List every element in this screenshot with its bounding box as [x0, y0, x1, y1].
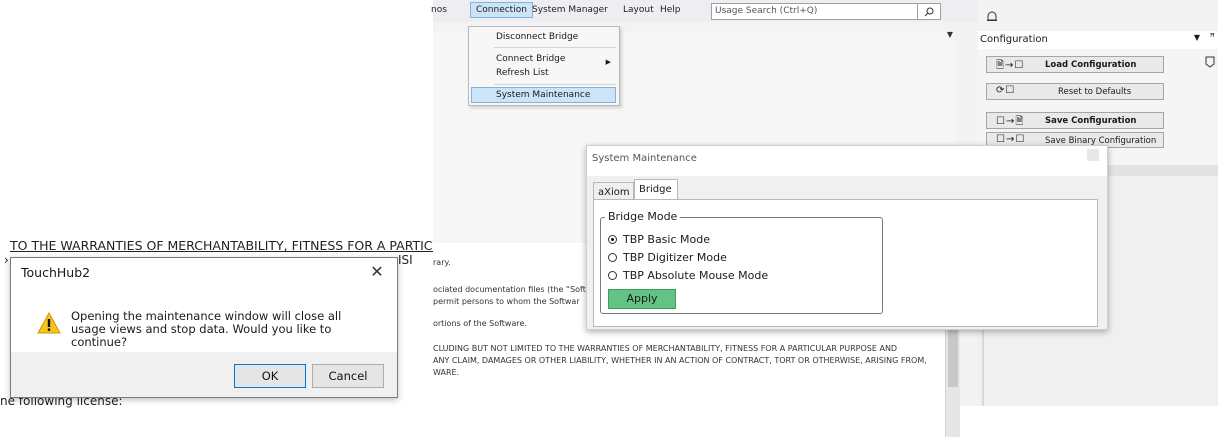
system-maintenance-title: System Maintenance [592, 153, 697, 164]
menu-item-connection[interactable]: Connection [470, 2, 533, 18]
usage-search-input[interactable]: Usage Search (Ctrl+Q) [711, 3, 941, 20]
search-placeholder: Usage Search (Ctrl+Q) [715, 6, 818, 16]
menu-item-system-maintenance[interactable]: System Maintenance [496, 90, 590, 100]
menu-item-system-manager[interactable]: System Manager [532, 5, 608, 15]
pin-icon[interactable]: ꟸ [1210, 33, 1215, 43]
cancel-button[interactable]: Cancel [312, 364, 384, 388]
radio-tbp-digitizer-mode[interactable]: TBP Digitizer Mode [608, 251, 727, 264]
note-icon[interactable] [1205, 56, 1215, 68]
radio-tbp-basic-mode[interactable]: TBP Basic Mode [608, 233, 710, 246]
save-binary-icon: ☐→☐ [996, 134, 1026, 145]
bell-icon[interactable] [986, 10, 998, 24]
apply-button[interactable]: Apply [608, 289, 676, 309]
dialog-title: TouchHub2 [21, 265, 91, 280]
tab-bridge[interactable]: Bridge [634, 179, 678, 200]
save-config-icon: ☐→🗎 [996, 116, 1025, 127]
radio-unselected-icon [608, 253, 617, 262]
configuration-title: Configuration [980, 34, 1048, 45]
warning-icon [37, 312, 61, 334]
dialog-footer: OK Cancel [11, 352, 397, 397]
close-icon[interactable]: ✕ [367, 262, 387, 281]
dialog-titlebar: TouchHub2 ✕ [11, 258, 397, 290]
radio-selected-icon [608, 235, 617, 244]
ok-button[interactable]: OK [234, 364, 306, 388]
radio-label: TBP Absolute Mouse Mode [623, 269, 769, 282]
load-config-icon: 🗎→☐ [996, 60, 1025, 71]
button-label: Reset to Defaults [1058, 87, 1132, 97]
menu-item-help[interactable]: Help [660, 5, 681, 15]
license-line: ociated documentation files (the “Soft [433, 285, 586, 294]
dialog-body: Opening the maintenance window will clos… [11, 290, 397, 352]
menu-item-disconnect-bridge[interactable]: Disconnect Bridge [496, 32, 578, 42]
dialog-message: Opening the maintenance window will clos… [71, 309, 342, 349]
panel-toolbar [978, 8, 1218, 30]
radio-unselected-icon [608, 271, 617, 280]
system-maintenance-content: aXiom Bridge Bridge Mode TBP Basic Mode … [587, 176, 1107, 329]
menu-item-refresh-list[interactable]: Refresh List [496, 68, 549, 78]
panel-dropdown-icon[interactable]: ▼ [1194, 33, 1200, 42]
touchhub-app: nos Connection System Manager Layout Hel… [431, 0, 1218, 437]
configuration-header: Configuration ▼ ꟸ [978, 31, 1218, 50]
reset-icon: ⟳☐ [996, 85, 1016, 96]
menu-item-layout[interactable]: Layout [623, 5, 654, 15]
menu-separator [494, 47, 616, 48]
close-button[interactable] [1087, 149, 1099, 161]
search-icon[interactable] [917, 3, 940, 20]
load-configuration-button[interactable]: 🗎→☐ Load Configuration [986, 56, 1164, 73]
license-line: ortions of the Software. [433, 319, 527, 328]
dock-dropdown-icon[interactable]: ▼ [947, 30, 953, 39]
license-line: CLUDING BUT NOT LIMITED TO THE WARRANTIE… [433, 344, 898, 353]
license-line: ANY CLAIM, DAMAGES OR OTHER LIABILITY, W… [433, 356, 927, 365]
menu-item-connect-bridge[interactable]: Connect Bridge [496, 54, 565, 64]
radio-tbp-absolute-mouse-mode[interactable]: TBP Absolute Mouse Mode [608, 269, 768, 282]
radio-label: TBP Digitizer Mode [623, 251, 727, 264]
bridge-tab-panel: Bridge Mode TBP Basic Mode TBP Digitizer… [593, 199, 1098, 327]
connection-menu: Disconnect Bridge Connect Bridge ▶ Refre… [468, 26, 620, 106]
button-label: Save Configuration [1045, 116, 1137, 126]
reset-to-defaults-button[interactable]: ⟳☐ Reset to Defaults [986, 83, 1164, 100]
license-line: rary. [433, 258, 451, 267]
background-license-text: ISI [398, 253, 413, 267]
tab-axiom[interactable]: aXiom [593, 182, 634, 199]
license-line: WARE. [433, 368, 460, 377]
system-maintenance-window: System Maintenance aXiom Bridge Bridge M… [586, 145, 1108, 330]
radio-label: TBP Basic Mode [623, 233, 710, 246]
license-line: permit persons to whom the Softwar [433, 297, 580, 306]
save-configuration-button[interactable]: ☐→🗎 Save Configuration [986, 112, 1164, 129]
menu-item-demos[interactable]: nos [431, 5, 447, 15]
confirm-dialog: TouchHub2 ✕ Opening the maintenance wind… [10, 257, 398, 398]
background-license-text: › [4, 253, 9, 267]
submenu-arrow-icon: ▶ [605, 58, 611, 66]
button-label: Load Configuration [1045, 60, 1137, 70]
background-license-text: TO THE WARRANTIES OF MERCHANTABILITY, FI… [10, 238, 496, 253]
menu-separator [494, 84, 616, 85]
bridge-mode-group: Bridge Mode TBP Basic Mode TBP Digitizer… [600, 210, 883, 314]
bridge-mode-legend: Bridge Mode [605, 210, 681, 223]
